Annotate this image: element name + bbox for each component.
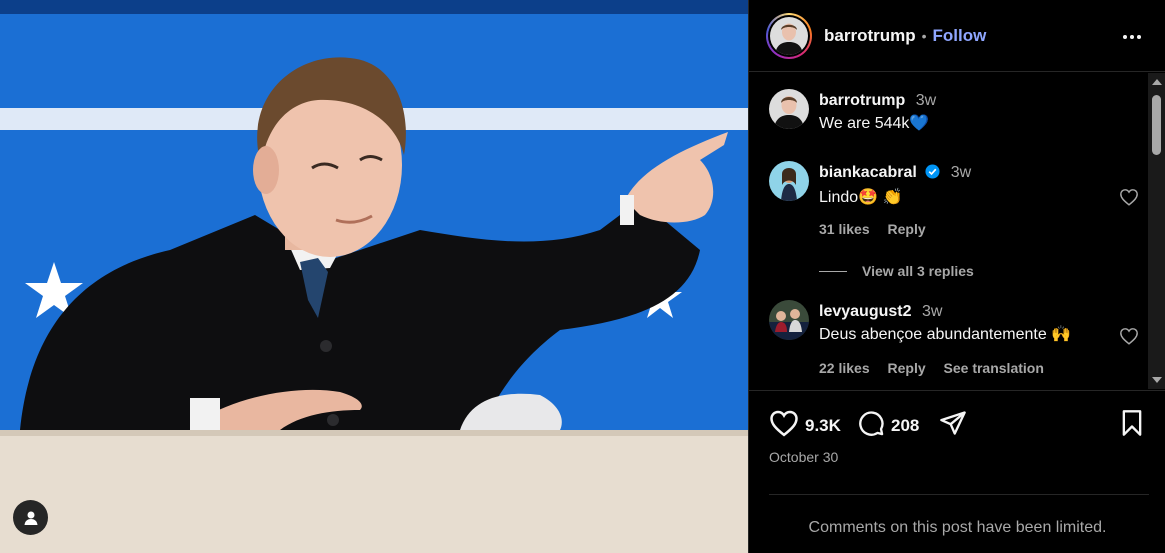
post-photo: [0, 0, 748, 553]
heart-icon: [1119, 189, 1139, 210]
comment-avatar[interactable]: [769, 89, 809, 129]
bookmark-icon: [1119, 409, 1145, 442]
save-button[interactable]: [1119, 409, 1145, 442]
comment-likes[interactable]: 22 likes: [819, 360, 870, 376]
comment-like-button[interactable]: [1119, 327, 1139, 350]
comment-avatar[interactable]: [769, 300, 809, 340]
post-actions: 9.3K 208 October 30: [749, 390, 1165, 470]
post-side-panel: barrotrump • Follow barrotrump 3w We are…: [748, 0, 1165, 553]
heart-icon: [1119, 328, 1139, 349]
post-media[interactable]: [0, 0, 748, 553]
post-header: barrotrump • Follow: [749, 0, 1165, 72]
more-options-icon: [1122, 27, 1142, 45]
see-translation-button[interactable]: See translation: [944, 360, 1044, 376]
comment-time[interactable]: 3w: [916, 92, 936, 109]
comment-username[interactable]: barrotrump: [819, 92, 905, 109]
comment-meta: 22 likes Reply See translation: [819, 360, 1058, 376]
comment-emoji: 💙: [909, 115, 930, 132]
like-count[interactable]: 9.3K: [805, 416, 841, 436]
comment-avatar[interactable]: [769, 161, 809, 201]
view-replies-button[interactable]: View all 3 replies: [819, 263, 974, 279]
scroll-up-icon[interactable]: [1152, 79, 1162, 85]
follow-button[interactable]: Follow: [933, 26, 987, 46]
like-button[interactable]: 9.3K: [769, 409, 841, 442]
author-avatar: [770, 16, 808, 55]
share-button[interactable]: [939, 409, 967, 442]
comment-emoji: 🙌: [1051, 326, 1072, 343]
heart-icon: [769, 409, 799, 442]
more-options-button[interactable]: [1118, 22, 1146, 50]
comment-meta: 31 likes Reply: [819, 221, 940, 237]
comment-time[interactable]: 3w: [951, 164, 971, 181]
comment-bubble-icon: [857, 409, 885, 442]
author-username[interactable]: barrotrump: [824, 26, 916, 46]
comment-emoji: 🤩 👏: [858, 189, 903, 206]
comment-count[interactable]: 208: [891, 416, 919, 436]
comment-button[interactable]: 208: [857, 409, 919, 442]
comment-likes[interactable]: 31 likes: [819, 221, 870, 237]
footer-divider: [769, 494, 1149, 495]
comment-text: Lindo: [819, 189, 859, 206]
comment-time[interactable]: 3w: [922, 303, 942, 320]
comment-text: We are 544k: [819, 115, 910, 132]
separator-dot: •: [921, 27, 927, 44]
comment-username[interactable]: levyaugust2: [819, 303, 911, 320]
scroll-thumb[interactable]: [1152, 95, 1161, 155]
user-tag-button[interactable]: [13, 500, 48, 535]
comments-scrollbar[interactable]: [1148, 73, 1165, 389]
author-avatar-ring[interactable]: [766, 12, 812, 59]
comments-limited-notice: Comments on this post have been limited.: [808, 519, 1107, 536]
comment-like-button[interactable]: [1119, 188, 1139, 211]
verified-badge-icon: [925, 164, 940, 185]
comment-username[interactable]: biankacabral: [819, 164, 917, 181]
comment-text: Deus abençoe abundantemente: [819, 326, 1047, 343]
post-date[interactable]: October 30: [769, 449, 838, 465]
user-tag-icon: [23, 510, 39, 526]
reply-button[interactable]: Reply: [888, 360, 926, 376]
replies-divider: [819, 270, 847, 272]
comments-list[interactable]: barrotrump 3w We are 544k💙 biankacabral: [749, 73, 1165, 389]
send-icon: [939, 409, 967, 442]
scroll-down-icon[interactable]: [1152, 377, 1162, 383]
reply-button[interactable]: Reply: [888, 221, 926, 237]
view-replies-label: View all 3 replies: [862, 263, 974, 279]
